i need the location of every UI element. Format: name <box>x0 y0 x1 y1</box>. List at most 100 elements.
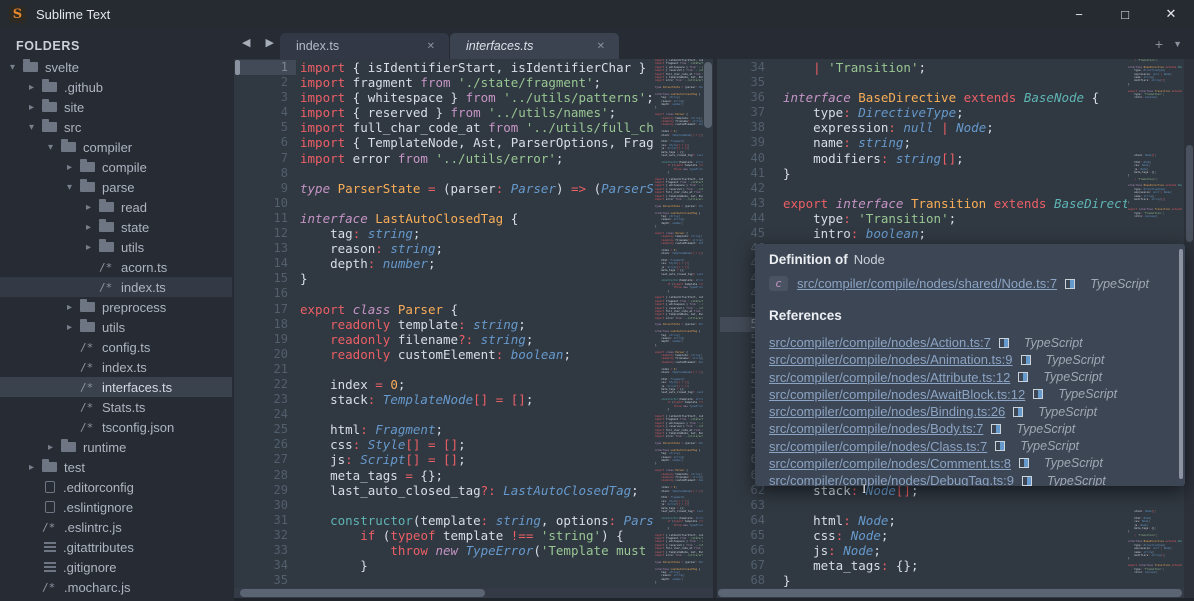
tree-item-read[interactable]: ▸read <box>0 197 232 217</box>
code-line[interactable]: import fragment from './state/fragment'; <box>300 75 653 90</box>
reference-link[interactable]: src/compiler/compile/nodes/AwaitBlock.ts… <box>769 387 1025 402</box>
code-line[interactable]: | 'Transition'; <box>783 60 1127 75</box>
code-line[interactable]: last_auto_closed_tag?: LastAutoClosedTag… <box>300 483 653 498</box>
tab-history-forward-icon[interactable]: ▶ <box>266 37 280 49</box>
tree-item-site[interactable]: ▸site <box>0 97 232 117</box>
code-line[interactable] <box>300 196 653 211</box>
reference-link[interactable]: src/compiler/compile/nodes/Class.ts:7 <box>769 439 987 454</box>
tree-item-compile[interactable]: ▸compile <box>0 157 232 177</box>
tree-item-.editorconfig[interactable]: .editorconfig <box>0 477 232 497</box>
code-line[interactable]: meta_tags: {}; <box>783 558 1127 573</box>
code-area[interactable]: import { isIdentifierStart, isIdentifier… <box>300 60 653 588</box>
tree-item-src[interactable]: ▾src <box>0 117 232 137</box>
tree-item-.mocharc.js[interactable]: /*.mocharc.js <box>0 577 232 597</box>
code-line[interactable]: type: DirectiveType; <box>783 105 1127 120</box>
tree-item-utils[interactable]: ▸utils <box>0 317 232 337</box>
code-line[interactable]: interface LastAutoClosedTag { <box>300 211 653 226</box>
reference-link[interactable]: src/compiler/compile/nodes/Action.ts:7 <box>769 335 991 350</box>
new-tab-button[interactable]: + <box>1155 36 1163 52</box>
code-line[interactable] <box>300 286 653 301</box>
tab-overflow-icon[interactable]: ▼ <box>1173 39 1182 49</box>
code-line[interactable] <box>300 362 653 377</box>
chevron-right-icon[interactable]: ▸ <box>29 462 42 473</box>
line-number[interactable]: 43 <box>720 196 773 211</box>
code-line[interactable] <box>300 166 653 181</box>
open-file-icon[interactable] <box>999 338 1009 348</box>
code-line[interactable]: css: Node; <box>783 528 1127 543</box>
line-number[interactable]: 67 <box>720 558 773 573</box>
line-number[interactable]: 29 <box>240 483 296 498</box>
line-number[interactable]: 35 <box>720 75 773 90</box>
line-number[interactable]: 28 <box>240 468 296 483</box>
tree-item-.eslintignore[interactable]: .eslintignore <box>0 497 232 517</box>
line-number[interactable]: 45 <box>720 226 773 241</box>
open-file-icon[interactable] <box>1065 279 1075 289</box>
tree-item-interfaces.ts[interactable]: /*interfaces.ts <box>0 377 232 397</box>
line-number[interactable]: 11 <box>240 211 296 226</box>
minimize-button[interactable]: − <box>1056 0 1102 28</box>
line-number[interactable]: 2 <box>240 75 296 90</box>
reference-link[interactable]: src/compiler/compile/nodes/Body.ts:7 <box>769 421 983 436</box>
chevron-down-icon[interactable]: ▾ <box>29 122 42 133</box>
right-pane-scrollbar-thumb[interactable] <box>1186 145 1193 242</box>
line-number[interactable]: 41 <box>720 166 773 181</box>
line-number[interactable]: 68 <box>720 573 773 588</box>
chevron-right-icon[interactable]: ▸ <box>86 242 99 253</box>
code-line[interactable]: html: Node; <box>783 513 1127 528</box>
code-line[interactable]: } <box>783 166 1127 181</box>
code-line[interactable]: } <box>300 558 653 573</box>
tree-item-preprocess[interactable]: ▸preprocess <box>0 297 232 317</box>
line-number[interactable]: 39 <box>720 135 773 150</box>
code-line[interactable]: constructor(template: string, options: P… <box>300 513 653 528</box>
open-file-icon[interactable] <box>1033 389 1043 399</box>
line-number[interactable]: 44 <box>720 211 773 226</box>
line-number[interactable]: 37 <box>720 105 773 120</box>
code-line[interactable] <box>300 407 653 422</box>
chevron-right-icon[interactable]: ▸ <box>29 82 42 93</box>
tab-close-icon[interactable]: ✕ <box>423 39 439 54</box>
line-number[interactable]: 13 <box>240 241 296 256</box>
tree-item-acorn.ts[interactable]: /*acorn.ts <box>0 257 232 277</box>
line-number[interactable]: 4 <box>240 105 296 120</box>
code-line[interactable]: interface BaseDirective extends BaseNode… <box>783 90 1127 105</box>
line-number[interactable]: 7 <box>240 151 296 166</box>
maximize-button[interactable]: □ <box>1102 0 1148 28</box>
definition-link[interactable]: src/compiler/compile/nodes/shared/Node.t… <box>797 276 1057 291</box>
chevron-down-icon[interactable]: ▾ <box>48 142 61 153</box>
line-number[interactable]: 15 <box>240 271 296 286</box>
code-line[interactable]: export class Parser { <box>300 302 653 317</box>
code-line[interactable]: stack: TemplateNode[] = []; <box>300 392 653 407</box>
code-line[interactable]: readonly customElement: boolean; <box>300 347 653 362</box>
code-line[interactable]: export interface Transition extends Base… <box>783 196 1127 211</box>
tab-index-ts[interactable]: index.ts ✕ <box>280 33 449 59</box>
open-file-icon[interactable] <box>1022 476 1032 486</box>
line-number[interactable]: 27 <box>240 452 296 467</box>
line-number[interactable]: 1 <box>240 60 296 75</box>
open-file-icon[interactable] <box>1018 372 1028 382</box>
line-number[interactable]: 26 <box>240 437 296 452</box>
reference-link[interactable]: src/compiler/compile/nodes/Binding.ts:26 <box>769 404 1005 419</box>
reference-link[interactable]: src/compiler/compile/nodes/Comment.ts:8 <box>769 456 1011 471</box>
line-number[interactable]: 34 <box>240 558 296 573</box>
tree-item-test[interactable]: ▸test <box>0 457 232 477</box>
open-file-icon[interactable] <box>991 424 1001 434</box>
line-number[interactable]: 16 <box>240 286 296 301</box>
code-line[interactable]: css: Style[] = []; <box>300 437 653 452</box>
code-line[interactable]: } <box>300 271 653 286</box>
code-line[interactable] <box>300 498 653 513</box>
line-number[interactable]: 21 <box>240 362 296 377</box>
line-number[interactable]: 24 <box>240 407 296 422</box>
open-file-icon[interactable] <box>1019 458 1029 468</box>
line-number[interactable]: 8 <box>240 166 296 181</box>
code-line[interactable]: import full_char_code_at from '../utils/… <box>300 120 653 135</box>
code-line[interactable] <box>783 181 1127 196</box>
tree-item-config.ts[interactable]: /*config.ts <box>0 337 232 357</box>
left-pane-hscrollbar-track[interactable] <box>234 588 713 598</box>
line-number[interactable]: 12 <box>240 226 296 241</box>
open-file-icon[interactable] <box>1013 407 1023 417</box>
code-line[interactable] <box>783 498 1127 513</box>
code-line[interactable]: meta_tags = {}; <box>300 468 653 483</box>
code-line[interactable]: js: Script[] = []; <box>300 452 653 467</box>
left-pane-hscrollbar-thumb[interactable] <box>240 589 485 597</box>
code-line[interactable]: } <box>783 573 1127 588</box>
